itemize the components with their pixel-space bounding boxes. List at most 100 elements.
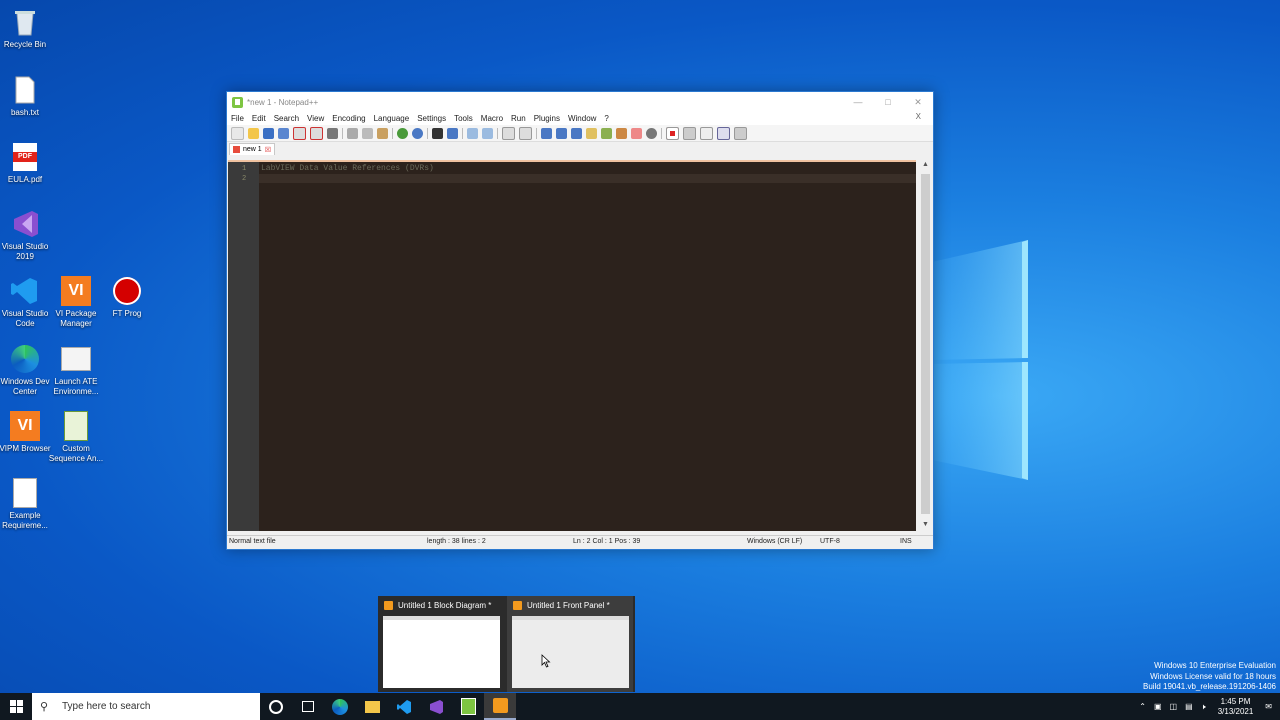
- new-file-icon[interactable]: [231, 126, 244, 140]
- desktop-icon-bash-txt[interactable]: bash.txt: [0, 74, 53, 118]
- network-icon[interactable]: ▣: [1154, 702, 1162, 711]
- menu-encoding[interactable]: Encoding: [332, 114, 365, 123]
- taskbar-vscode[interactable]: [388, 693, 420, 720]
- taskbar-search-box[interactable]: ⚲ Type here to search: [32, 693, 260, 720]
- zoom-in-icon[interactable]: [467, 127, 478, 139]
- taskbar-edge[interactable]: [324, 693, 356, 720]
- volume-icon[interactable]: 🕨: [1201, 702, 1206, 712]
- stop-macro-icon[interactable]: [683, 126, 696, 140]
- notepad-plus-plus-window: *new 1 - Notepad++ — □ ✕ File Edit Searc…: [226, 91, 934, 550]
- save-icon[interactable]: [263, 127, 274, 139]
- desktop-icon-ft-prog[interactable]: FT Prog: [99, 275, 155, 319]
- window-title: *new 1 - Notepad++: [247, 97, 319, 107]
- desktop-icon-visual-studio-2019[interactable]: Visual Studio 2019: [0, 208, 53, 262]
- taskbar-file-explorer[interactable]: [356, 693, 388, 720]
- menu-help[interactable]: ?: [604, 114, 608, 123]
- scroll-down-icon[interactable]: ▼: [919, 521, 932, 528]
- desktop-icon-eula-pdf[interactable]: PDF EULA.pdf: [0, 141, 53, 185]
- menu-view[interactable]: View: [307, 114, 324, 123]
- mouse-cursor-icon: [541, 654, 551, 668]
- minimize-icon[interactable]: —: [843, 92, 873, 112]
- function-list-icon[interactable]: [616, 127, 627, 139]
- redo-icon[interactable]: [412, 127, 423, 139]
- close-icon[interactable]: ✕: [903, 92, 933, 112]
- scroll-up-icon[interactable]: ▲: [919, 161, 932, 168]
- vi-badge: VI: [10, 411, 40, 441]
- windows-evaluation-watermark: Windows 10 Enterprise Evaluation Windows…: [1143, 661, 1276, 693]
- desktop-icon-label: Launch ATE Environme...: [53, 377, 99, 396]
- taskbar-labview[interactable]: [484, 693, 516, 720]
- show-all-chars-icon[interactable]: [556, 127, 567, 139]
- save-all-icon[interactable]: [278, 127, 289, 139]
- desktop-icon-custom-sequence[interactable]: Custom Sequence An...: [48, 410, 104, 464]
- desktop-icon-vipm-browser[interactable]: VI VIPM Browser: [0, 410, 53, 454]
- maximize-icon[interactable]: □: [873, 92, 903, 112]
- show-hidden-icons-icon[interactable]: ⌃: [1139, 702, 1146, 711]
- vscode-icon: [397, 699, 411, 714]
- thumbnail-block-diagram[interactable]: Untitled 1 Block Diagram *: [378, 596, 504, 692]
- menu-macro[interactable]: Macro: [481, 114, 503, 123]
- cortana-button[interactable]: [260, 693, 292, 720]
- desktop-icon-windows-dev-center[interactable]: Windows Dev Center: [0, 343, 53, 397]
- desktop-icon-visual-studio-code[interactable]: Visual Studio Code: [0, 275, 53, 329]
- labview-icon: [384, 601, 393, 610]
- desktop-icon-example-requirements[interactable]: Example Requireme...: [0, 477, 53, 531]
- menu-settings[interactable]: Settings: [417, 114, 446, 123]
- doc-map-icon[interactable]: [601, 127, 612, 139]
- cut-icon[interactable]: [347, 127, 358, 139]
- menu-edit[interactable]: Edit: [252, 114, 266, 123]
- find-icon[interactable]: [432, 127, 443, 139]
- toolbar-separator: [392, 127, 393, 139]
- thumbnail-front-panel[interactable]: Untitled 1 Front Panel *: [507, 596, 633, 692]
- taskbar-notepad-plus-plus[interactable]: [452, 693, 484, 720]
- print-icon[interactable]: [327, 127, 338, 139]
- menu-plugins[interactable]: Plugins: [534, 114, 560, 123]
- vertical-scrollbar[interactable]: ▲ ▼: [919, 160, 932, 529]
- desktop-icon-label: VIPM Browser: [0, 444, 51, 453]
- clock[interactable]: 1:45 PM 3/13/2021: [1218, 697, 1254, 717]
- udl-icon[interactable]: [586, 127, 597, 139]
- record-macro-icon[interactable]: [666, 126, 679, 140]
- taskbar-visual-studio[interactable]: [420, 693, 452, 720]
- desktop-icon-recycle-bin[interactable]: Recycle Bin: [0, 6, 53, 50]
- menu-search[interactable]: Search: [274, 114, 299, 123]
- paste-icon[interactable]: [377, 127, 388, 139]
- open-file-icon[interactable]: [248, 127, 259, 139]
- indent-guide-icon[interactable]: [571, 127, 582, 139]
- save-macro-icon[interactable]: [734, 126, 747, 140]
- title-bar[interactable]: *new 1 - Notepad++ — □ ✕: [227, 92, 933, 112]
- sync-vertical-icon[interactable]: [502, 126, 515, 140]
- play-macro-icon[interactable]: [700, 126, 713, 140]
- close-all-icon[interactable]: [310, 126, 323, 140]
- notifications-icon[interactable]: ✉: [1265, 702, 1272, 711]
- tab-close-icon[interactable]: ☒: [265, 146, 271, 154]
- scrollbar-thumb[interactable]: [921, 174, 930, 514]
- close-document-button[interactable]: X: [916, 112, 921, 121]
- task-view-button[interactable]: [292, 693, 324, 720]
- menu-tools[interactable]: Tools: [454, 114, 473, 123]
- close-file-icon[interactable]: [293, 126, 306, 140]
- menu-file[interactable]: File: [231, 114, 244, 123]
- watermark-line: Build 19041.vb_release.191206-1406: [1143, 682, 1276, 691]
- taskbar-thumbnail-popup: Untitled 1 Block Diagram * Untitled 1 Fr…: [378, 596, 635, 692]
- start-button[interactable]: [0, 693, 32, 720]
- zoom-out-icon[interactable]: [482, 127, 493, 139]
- play-multiple-macro-icon[interactable]: [717, 126, 730, 140]
- sync-horizontal-icon[interactable]: [519, 126, 532, 140]
- menu-language[interactable]: Language: [374, 114, 410, 123]
- menu-run[interactable]: Run: [511, 114, 526, 123]
- ethernet-icon[interactable]: ▤: [1185, 702, 1193, 711]
- monitoring-icon[interactable]: [646, 127, 657, 139]
- tab-new-1[interactable]: new 1 ☒: [229, 143, 275, 155]
- copy-icon[interactable]: [362, 127, 373, 139]
- desktop-icon-launch-ate[interactable]: Launch ATE Environme...: [48, 343, 104, 397]
- replace-icon[interactable]: [447, 127, 458, 139]
- menu-window[interactable]: Window: [568, 114, 596, 123]
- vipm-browser-icon: VI: [9, 410, 41, 442]
- editor-area[interactable]: 1 2 LabVIEW Data Value References (DVRs): [228, 160, 916, 531]
- desktop-icon-vi-package-manager[interactable]: VI VI Package Manager: [48, 275, 104, 329]
- undo-icon[interactable]: [397, 127, 408, 139]
- security-icon[interactable]: ◫: [1170, 702, 1178, 711]
- folder-workspace-icon[interactable]: [631, 127, 642, 139]
- word-wrap-icon[interactable]: [541, 127, 552, 139]
